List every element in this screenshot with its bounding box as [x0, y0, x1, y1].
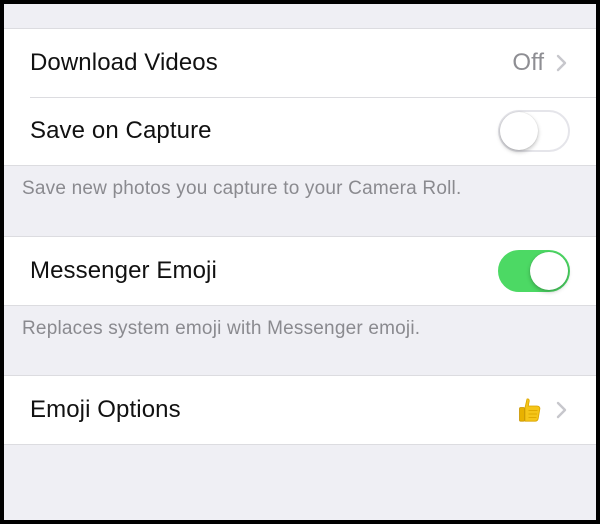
emoji-options-row[interactable]: Emoji Options	[4, 376, 596, 444]
messenger-emoji-toggle[interactable]	[498, 250, 570, 292]
emoji-settings-group: Messenger Emoji	[4, 236, 596, 306]
save-on-capture-toggle[interactable]	[498, 110, 570, 152]
settings-screen: Download Videos Off Save on Capture Save…	[4, 4, 596, 520]
toggle-knob	[530, 252, 568, 290]
thumbs-up-icon	[518, 397, 542, 423]
messenger-emoji-label: Messenger Emoji	[30, 257, 217, 284]
save-on-capture-row: Save on Capture	[4, 97, 596, 165]
download-videos-value: Off	[512, 49, 544, 76]
emoji-options-label: Emoji Options	[30, 396, 181, 423]
emoji-options-group: Emoji Options	[4, 375, 596, 445]
messenger-emoji-row: Messenger Emoji	[4, 237, 596, 305]
messenger-emoji-footer: Replaces system emoji with Messenger emo…	[22, 318, 421, 339]
chevron-right-icon	[552, 53, 572, 73]
chevron-right-icon	[552, 400, 572, 420]
download-videos-row[interactable]: Download Videos Off	[4, 29, 596, 97]
media-settings-group: Download Videos Off Save on Capture	[4, 28, 596, 166]
download-videos-label: Download Videos	[30, 49, 218, 76]
toggle-knob	[500, 112, 538, 150]
save-on-capture-footer: Save new photos you capture to your Came…	[22, 178, 462, 199]
save-on-capture-label: Save on Capture	[30, 117, 212, 144]
